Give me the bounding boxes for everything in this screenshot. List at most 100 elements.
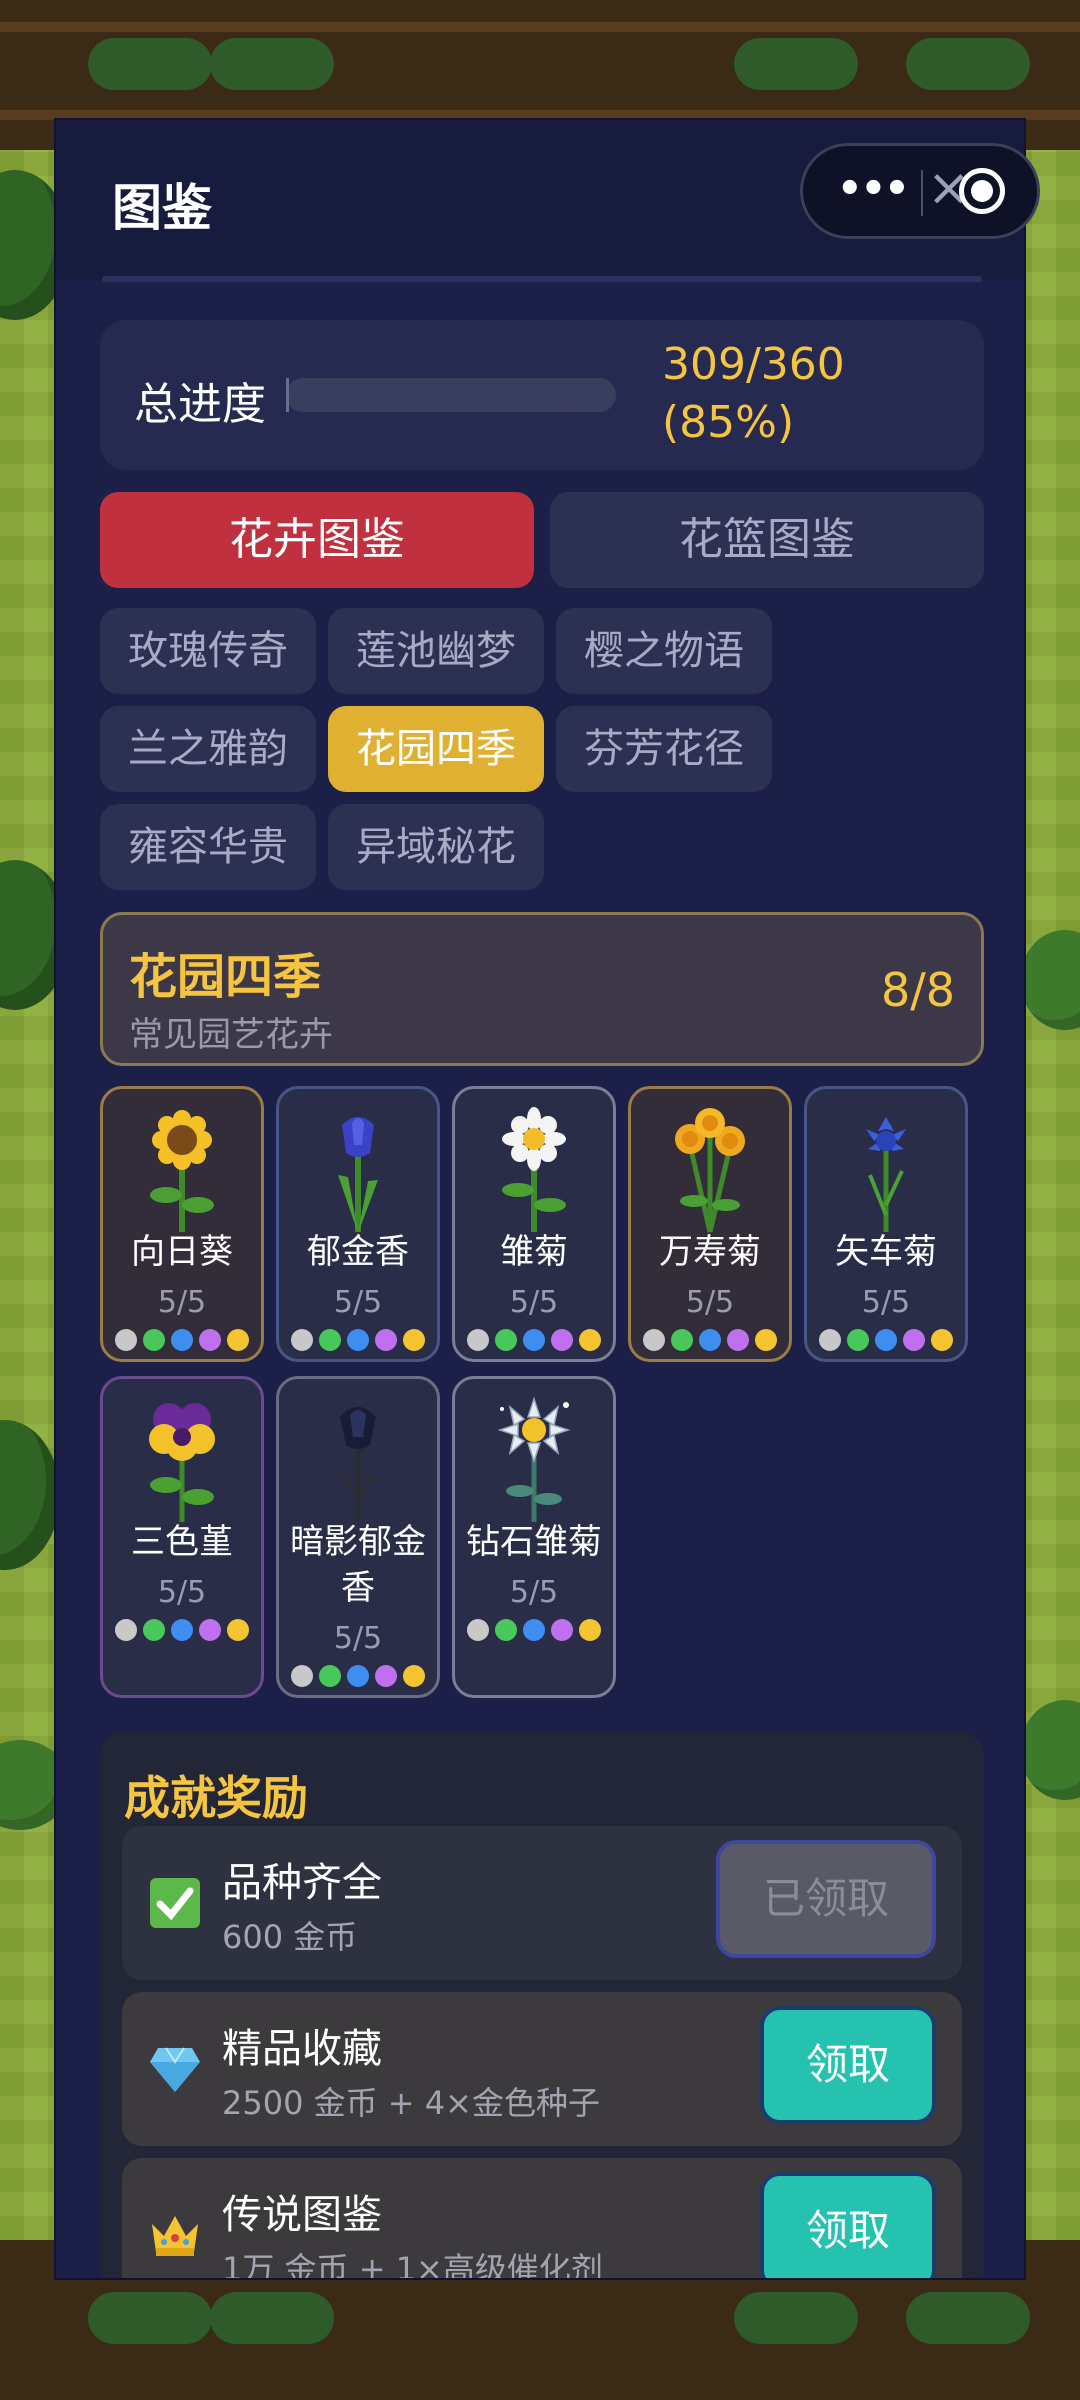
page-title: 图鉴	[112, 179, 212, 237]
flower-card[interactable]: 钻石雏菊 5/5	[452, 1376, 616, 1698]
rarity-dot	[903, 1329, 925, 1351]
rarity-dots	[455, 1329, 613, 1351]
daisy-icon	[502, 1107, 566, 1232]
more-options-button[interactable]: •••	[837, 166, 910, 212]
progress-bar-marker	[286, 378, 289, 412]
cornflower-icon	[866, 1117, 906, 1232]
flower-name: 矢车菊	[835, 1232, 937, 1272]
flower-name: 郁金香	[307, 1232, 409, 1272]
rarity-dots	[455, 1619, 613, 1641]
category-count: 8/8	[880, 963, 955, 1017]
category-title: 花园四季	[129, 949, 322, 1005]
claim-button[interactable]: 领取	[760, 2172, 936, 2278]
rarity-dot	[495, 1329, 517, 1351]
progress-percent: (85%)	[662, 397, 795, 448]
flower-name: 向日葵	[131, 1232, 233, 1272]
background-pill	[88, 2292, 212, 2344]
background-pill	[88, 38, 212, 90]
rarity-dot	[579, 1619, 601, 1641]
background-pill	[210, 2292, 334, 2344]
achievements-section: 成就奖励 品种齐全 600 金币 已领取 精品收藏 2500 金币 + 4×金色…	[100, 1732, 984, 2278]
flower-name: 钻石雏菊	[466, 1522, 602, 1562]
rarity-dot	[699, 1329, 721, 1351]
rarity-dot	[819, 1329, 841, 1351]
achievement-name: 传说图鉴	[222, 2192, 382, 2238]
close-icon-dot	[971, 180, 993, 202]
flower-name: 雏菊	[500, 1232, 568, 1272]
tulip-icon	[338, 1117, 378, 1233]
rarity-dot	[875, 1329, 897, 1351]
category-chip[interactable]: 樱之物语	[556, 608, 772, 694]
flower-count: 5/5	[685, 1285, 735, 1320]
rarity-dots	[279, 1665, 437, 1687]
flower-card[interactable]: 暗影郁金香 5/5	[276, 1376, 440, 1698]
tab-basket-collection[interactable]: 花篮图鉴	[550, 492, 984, 588]
rarity-dot	[375, 1329, 397, 1351]
rarity-dot	[347, 1665, 369, 1687]
category-chip[interactable]: 兰之雅韵	[100, 706, 316, 792]
progress-bar	[286, 378, 616, 412]
rarity-dot	[403, 1329, 425, 1351]
flower-count: 5/5	[157, 1285, 207, 1320]
pansy-icon	[149, 1403, 215, 1522]
flower-count: 5/5	[509, 1285, 559, 1320]
collection-panel: 图鉴 总进度 309/360 (85%) 花卉图鉴 花篮图鉴 玫瑰传奇 莲池幽梦…	[54, 118, 1026, 2280]
rarity-dot	[523, 1329, 545, 1351]
flower-name: 三色堇	[131, 1522, 233, 1562]
flower-card[interactable]: 郁金香 5/5	[276, 1086, 440, 1362]
background-pill	[734, 38, 858, 90]
flower-count: 5/5	[509, 1575, 559, 1610]
flower-card[interactable]: 向日葵 5/5	[100, 1086, 264, 1362]
marigold-icon	[675, 1108, 745, 1233]
rarity-dot	[199, 1619, 221, 1641]
crown-icon	[152, 2216, 198, 2256]
rarity-dot	[375, 1665, 397, 1687]
achievement-row: 精品收藏 2500 金币 + 4×金色种子 领取	[122, 1992, 962, 2146]
sunflower-icon	[150, 1110, 214, 1232]
diamond-daisy-icon	[497, 1396, 571, 1522]
diamond-icon	[150, 2047, 200, 2092]
rarity-dot	[467, 1619, 489, 1641]
mini-program-capsule: ••• ×	[800, 143, 1040, 239]
background-pill	[906, 2292, 1030, 2344]
rarity-dot	[671, 1329, 693, 1351]
flower-card[interactable]: 雏菊 5/5	[452, 1086, 616, 1362]
rarity-dot	[467, 1329, 489, 1351]
category-chip[interactable]: 玫瑰传奇	[100, 608, 316, 694]
flower-card[interactable]: 三色堇 5/5	[100, 1376, 264, 1698]
category-chip[interactable]: 雍容华贵	[100, 804, 316, 890]
flower-count: 5/5	[333, 1621, 383, 1656]
rarity-dot	[551, 1329, 573, 1351]
rarity-dot	[291, 1329, 313, 1351]
rarity-dot	[847, 1329, 869, 1351]
rarity-dot	[579, 1329, 601, 1351]
category-chip[interactable]: 莲池幽梦	[328, 608, 544, 694]
flower-card[interactable]: 矢车菊 5/5	[804, 1086, 968, 1362]
category-chip[interactable]: 芬芳花径	[556, 706, 772, 792]
flower-name: 万寿菊	[659, 1232, 761, 1272]
achievement-reward: 2500 金币 + 4×金色种子	[222, 2084, 600, 2122]
flower-name: 暗影郁金香	[290, 1522, 426, 1608]
rarity-dot	[755, 1329, 777, 1351]
flower-card[interactable]: 万寿菊 5/5	[628, 1086, 792, 1362]
capsule-divider	[921, 170, 923, 216]
rarity-dots	[103, 1329, 261, 1351]
category-chip[interactable]: 异域秘花	[328, 804, 544, 890]
background-pill	[734, 2292, 858, 2344]
rarity-dots	[103, 1619, 261, 1641]
rarity-dots	[807, 1329, 965, 1351]
achievement-name: 精品收藏	[222, 2026, 382, 2072]
total-progress-card: 总进度 309/360 (85%)	[100, 320, 984, 470]
rarity-dot	[319, 1665, 341, 1687]
rarity-dot	[319, 1329, 341, 1351]
flower-count: 5/5	[861, 1285, 911, 1320]
progress-value: 309/360 (85%)	[662, 336, 962, 452]
rarity-dot	[347, 1329, 369, 1351]
category-chip-active[interactable]: 花园四季	[328, 706, 544, 792]
flower-count: 5/5	[333, 1285, 383, 1320]
claim-button[interactable]: 领取	[760, 2006, 936, 2124]
rarity-dot	[727, 1329, 749, 1351]
claimed-button[interactable]: 已领取	[716, 1840, 936, 1958]
rarity-dots	[279, 1329, 437, 1351]
tab-flower-collection[interactable]: 花卉图鉴	[100, 492, 534, 588]
